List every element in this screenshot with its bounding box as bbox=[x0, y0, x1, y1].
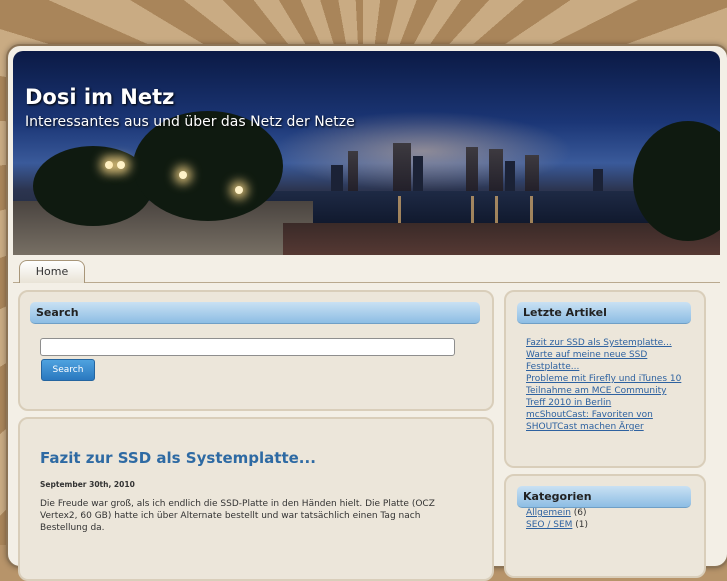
building bbox=[505, 161, 515, 191]
building bbox=[348, 151, 358, 191]
recent-posts-list: Fazit zur SSD als Systemplatte... Warte … bbox=[526, 337, 686, 433]
recent-post-link[interactable]: Fazit zur SSD als Systemplatte... bbox=[526, 337, 686, 349]
site-description: Interessantes aus und über das Netz der … bbox=[25, 114, 355, 130]
building bbox=[331, 165, 343, 191]
building bbox=[393, 143, 411, 191]
post-title[interactable]: Fazit zur SSD als Systemplatte... bbox=[40, 449, 316, 467]
search-input[interactable] bbox=[40, 338, 455, 356]
category-link[interactable]: Allgemein bbox=[526, 508, 571, 518]
nav-bar: Home bbox=[13, 260, 720, 283]
recent-post-link[interactable]: mcShoutCast: Favoriten von SHOUTCast mac… bbox=[526, 409, 686, 433]
light-reflection bbox=[495, 196, 498, 226]
category-item: SEO / SEM (1) bbox=[526, 519, 686, 531]
categories-widget: Kategorien Allgemein (6) SEO / SEM (1) bbox=[504, 474, 706, 578]
building bbox=[593, 169, 603, 191]
category-count: (1) bbox=[575, 520, 589, 530]
category-count: (6) bbox=[573, 508, 587, 518]
building bbox=[489, 149, 503, 191]
category-link[interactable]: SEO / SEM bbox=[526, 520, 572, 530]
post-entry: Fazit zur SSD als Systemplatte... Septem… bbox=[18, 417, 494, 581]
building bbox=[525, 155, 539, 191]
search-button[interactable]: Search bbox=[41, 359, 95, 381]
site-title[interactable]: Dosi im Netz bbox=[25, 85, 174, 109]
building bbox=[413, 156, 423, 191]
street-lamp bbox=[179, 171, 187, 179]
header-banner: Dosi im Netz Interessantes aus und über … bbox=[13, 51, 720, 255]
search-widget: Search Search bbox=[18, 290, 494, 411]
street-lamp bbox=[117, 161, 125, 169]
street-lamp bbox=[235, 186, 243, 194]
street-lamp bbox=[105, 161, 113, 169]
recent-posts-widget: Letzte Artikel Fazit zur SSD als Systemp… bbox=[504, 290, 706, 468]
tab-home[interactable]: Home bbox=[19, 260, 85, 283]
light-reflection bbox=[471, 196, 474, 226]
building bbox=[466, 147, 478, 191]
light-reflection bbox=[398, 196, 401, 226]
category-item: Allgemein (6) bbox=[526, 507, 686, 519]
recent-post-link[interactable]: Warte auf meine neue SSD Festplatte... bbox=[526, 349, 686, 373]
post-body: Die Freude war groß, als ich endlich die… bbox=[40, 499, 435, 533]
search-widget-heading: Search bbox=[30, 302, 480, 324]
recent-post-link[interactable]: Teilnahme am MCE Community Treff 2010 in… bbox=[526, 385, 686, 409]
recent-posts-heading: Letzte Artikel bbox=[517, 302, 691, 324]
post-date: September 30th, 2010 bbox=[40, 480, 135, 489]
categories-list: Allgemein (6) SEO / SEM (1) bbox=[526, 507, 686, 531]
page-container: Dosi im Netz Interessantes aus und über … bbox=[6, 44, 727, 581]
recent-post-link[interactable]: Probleme mit Firefly und iTunes 10 bbox=[526, 373, 686, 385]
light-reflection bbox=[530, 196, 533, 226]
categories-heading: Kategorien bbox=[517, 486, 691, 508]
